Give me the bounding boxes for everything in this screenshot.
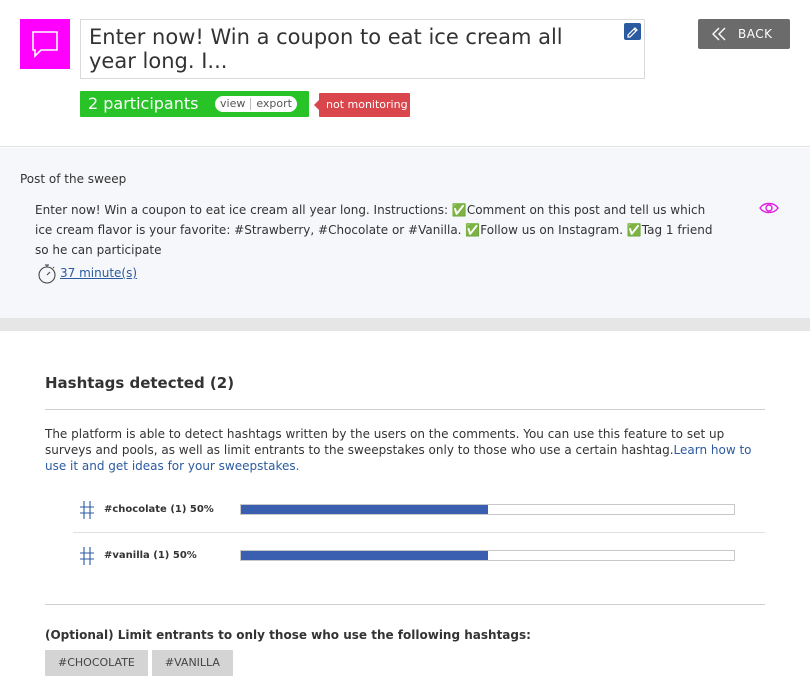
hashtags-description: The platform is able to detect hashtags … bbox=[45, 426, 765, 474]
export-link[interactable]: export bbox=[251, 97, 297, 111]
divider bbox=[45, 409, 765, 410]
elapsed-time-link[interactable]: 37 minute(s) bbox=[60, 266, 137, 280]
hashtag-chip[interactable]: #VANILLA bbox=[151, 650, 233, 676]
status-badge: not monitoring bbox=[314, 93, 410, 117]
view-link[interactable]: view bbox=[215, 97, 250, 111]
stopwatch-icon bbox=[38, 264, 56, 284]
chat-bubble-icon bbox=[32, 31, 58, 58]
hashtag-chip[interactable]: #CHOCOLATE bbox=[45, 650, 148, 676]
hashtags-title: Hashtags detected (2) bbox=[45, 374, 235, 392]
brand-logo bbox=[20, 19, 70, 69]
badge-arrow bbox=[314, 100, 319, 110]
post-text: Enter now! Win a coupon to eat ice cream… bbox=[35, 203, 713, 257]
title-field[interactable]: Enter now! Win a coupon to eat ice cream… bbox=[80, 19, 645, 79]
hashtag-row: #chocolate (1) 50% bbox=[73, 487, 765, 533]
hashtag-progress-fill bbox=[241, 551, 488, 560]
hashtag-progress-fill bbox=[241, 505, 488, 514]
edit-icon[interactable] bbox=[624, 23, 641, 40]
post-section: Post of the sweep Enter now! Win a coupo… bbox=[0, 148, 810, 318]
post-section-label: Post of the sweep bbox=[20, 172, 127, 186]
hashtag-chips: #CHOCOLATE #VANILLA bbox=[45, 650, 233, 676]
hash-icon bbox=[80, 501, 94, 519]
divider bbox=[45, 604, 765, 605]
participants-box: 2 participants view export bbox=[80, 91, 309, 117]
hash-icon bbox=[80, 547, 94, 565]
hashtag-label: #vanilla (1) 50% bbox=[104, 550, 197, 561]
hashtag-progress-bar bbox=[240, 504, 735, 515]
eye-icon[interactable] bbox=[759, 201, 779, 215]
sweep-title: Enter now! Win a coupon to eat ice cream… bbox=[89, 25, 563, 73]
description-text: The platform is able to detect hashtags … bbox=[45, 427, 725, 457]
chevron-double-left-icon bbox=[712, 27, 726, 41]
section-divider bbox=[0, 318, 810, 331]
participants-actions: view export bbox=[215, 96, 297, 112]
status-badge-label: not monitoring bbox=[326, 98, 408, 111]
back-label: BACK bbox=[738, 27, 773, 41]
limit-label: (Optional) Limit entrants to only those … bbox=[45, 628, 531, 642]
participants-count: 2 participants bbox=[88, 94, 199, 113]
header: Enter now! Win a coupon to eat ice cream… bbox=[0, 0, 810, 147]
back-button[interactable]: BACK bbox=[698, 19, 790, 49]
hashtags-section: Hashtags detected (2) The platform is ab… bbox=[45, 331, 765, 689]
hashtag-row: #vanilla (1) 50% bbox=[73, 533, 765, 579]
hashtag-label: #chocolate (1) 50% bbox=[104, 504, 214, 515]
hashtag-progress-bar bbox=[240, 550, 735, 561]
